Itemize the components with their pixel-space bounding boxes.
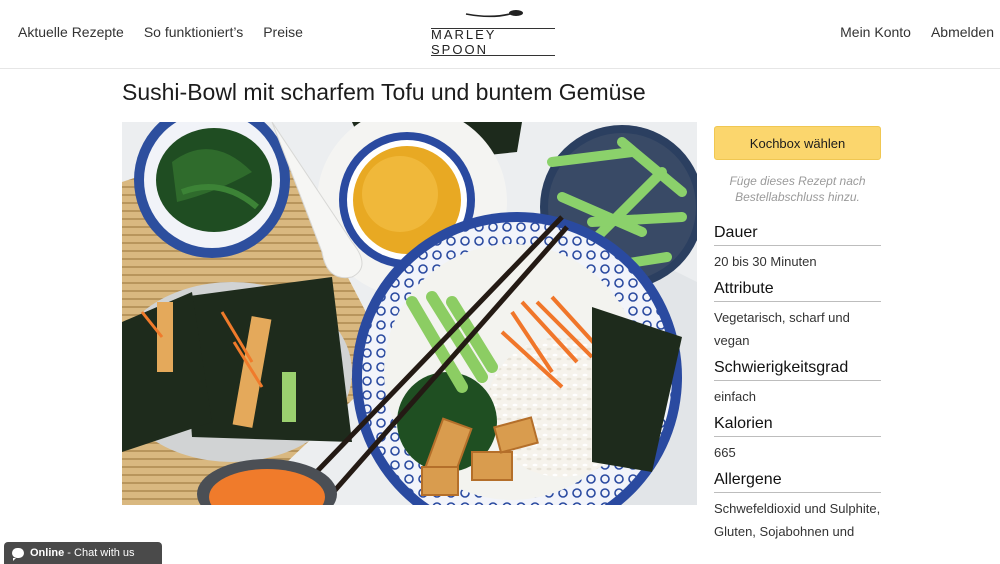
sushi-bowl-illustration xyxy=(122,122,697,505)
spoon-icon xyxy=(465,10,523,18)
attr-value: 20 bis 30 Minuten xyxy=(714,254,817,269)
attr-attributes: Attribute Vegetarisch, scharf und vegan xyxy=(714,279,881,352)
account-nav: Mein Konto Abmelden xyxy=(840,24,994,40)
recipe-image xyxy=(122,122,697,505)
chat-widget[interactable]: Online - Chat with us xyxy=(4,542,162,564)
attr-allergens: Allergene Schwefeldioxid und Sulphite, G… xyxy=(714,470,881,543)
nav-my-account[interactable]: Mein Konto xyxy=(840,24,911,40)
nav-logout[interactable]: Abmelden xyxy=(931,24,994,40)
attr-heading: Kalorien xyxy=(714,414,881,437)
attr-heading: Allergene xyxy=(714,470,881,493)
nav-how-it-works[interactable]: So funktioniert’s xyxy=(144,24,243,40)
attr-value: Schwefeldioxid und Sulphite, Gluten, Soj… xyxy=(714,501,881,539)
chat-bubble-icon xyxy=(12,548,24,561)
attr-difficulty: Schwierigkeitsgrad einfach xyxy=(714,358,881,408)
marley-spoon-logo[interactable]: MARLEY SPOON xyxy=(431,8,557,58)
top-header: Aktuelle Rezepte So funktioniert’s Preis… xyxy=(0,0,1000,69)
nav-prices[interactable]: Preise xyxy=(263,24,303,40)
chat-status-label: Online - Chat with us xyxy=(30,547,135,559)
chat-status: Online xyxy=(30,547,65,559)
nav-current-recipes[interactable]: Aktuelle Rezepte xyxy=(18,24,124,40)
attr-value: einfach xyxy=(714,389,756,404)
chat-label: - Chat with us xyxy=(67,547,135,559)
add-recipe-hint: Füge dieses Rezept nach Bestellabschluss… xyxy=(729,174,866,204)
recipe-sidebar: Kochbox wählen Füge dieses Rezept nach B… xyxy=(714,126,881,543)
main-nav: Aktuelle Rezepte So funktioniert’s Preis… xyxy=(18,24,303,40)
attr-heading: Attribute xyxy=(714,279,881,302)
attr-value: Vegetarisch, scharf und vegan xyxy=(714,310,850,348)
select-box-button[interactable]: Kochbox wählen xyxy=(714,126,881,160)
attr-heading: Schwierigkeitsgrad xyxy=(714,358,881,381)
attr-heading: Dauer xyxy=(714,223,881,246)
attr-duration: Dauer 20 bis 30 Minuten xyxy=(714,223,881,273)
logo-wordmark: MARLEY SPOON xyxy=(431,27,555,57)
attr-calories: Kalorien 665 xyxy=(714,414,881,464)
recipe-title: Sushi-Bowl mit scharfem Tofu und buntem … xyxy=(122,79,646,105)
attr-value: 665 xyxy=(714,445,736,460)
